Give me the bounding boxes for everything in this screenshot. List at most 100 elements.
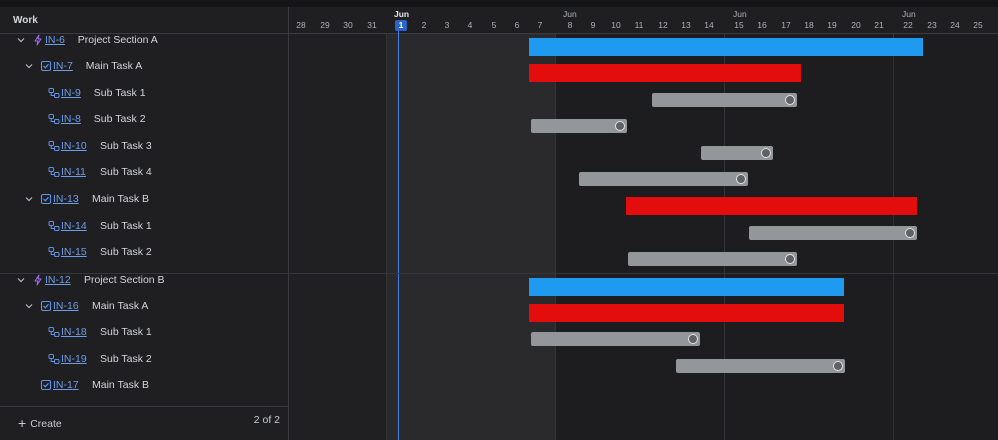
work-row[interactable]: IN-12 Project Section B xyxy=(0,268,288,294)
task-timeline-bar[interactable] xyxy=(626,197,917,215)
work-row[interactable]: IN-13 Main Task B xyxy=(0,187,288,213)
epic-icon xyxy=(32,34,44,46)
day-label: 9 xyxy=(590,20,596,30)
work-row[interactable]: IN-14 Sub Task 1 xyxy=(0,214,288,240)
subtask-icon xyxy=(48,87,60,99)
work-row[interactable]: IN-17 Main Task B xyxy=(0,373,288,399)
issue-key-link[interactable]: IN-6 xyxy=(45,34,65,46)
work-row[interactable]: IN-9 Sub Task 1 xyxy=(0,81,288,107)
work-row[interactable]: IN-16 Main Task A xyxy=(0,294,288,320)
chevron-down-icon[interactable] xyxy=(24,61,34,71)
work-row[interactable]: IN-18 Sub Task 1 xyxy=(0,320,288,346)
subtask-icon xyxy=(48,353,60,365)
day-label: 7 xyxy=(537,20,543,30)
chevron-down-icon[interactable] xyxy=(16,275,26,285)
day-label: 21 xyxy=(874,20,884,30)
plus-icon: + xyxy=(18,415,27,431)
assignee-avatar-icon xyxy=(905,228,915,238)
issue-key-link[interactable]: IN-17 xyxy=(53,379,79,391)
issue-key-link[interactable]: IN-15 xyxy=(61,246,87,258)
issue-title: Main Task A xyxy=(85,60,143,72)
day-label: 3 xyxy=(444,20,450,30)
subtask-timeline-bar[interactable] xyxy=(749,226,917,240)
day-label: 20 xyxy=(851,20,861,30)
chevron-down-icon[interactable] xyxy=(24,301,34,311)
subtask-timeline-bar[interactable] xyxy=(579,172,748,186)
issue-title: Sub Task 2 xyxy=(100,353,152,365)
subtask-icon xyxy=(48,113,60,125)
chevron-down-icon[interactable] xyxy=(16,35,26,45)
issue-key-link[interactable]: IN-10 xyxy=(61,140,87,152)
subtask-timeline-bar[interactable] xyxy=(652,93,797,107)
epic-icon xyxy=(32,274,44,286)
day-label: 24 xyxy=(950,20,960,30)
issue-title: Main Task B xyxy=(92,379,149,391)
current-week-band xyxy=(386,34,555,440)
issue-title: Project Section B xyxy=(84,274,165,286)
issue-key-link[interactable]: IN-19 xyxy=(61,353,87,365)
subtask-icon xyxy=(48,166,60,178)
issue-key-link[interactable]: IN-16 xyxy=(53,300,79,312)
month-label: Jun xyxy=(563,9,577,19)
issue-key-link[interactable]: IN-9 xyxy=(61,87,81,99)
task-timeline-bar[interactable] xyxy=(529,304,844,322)
issue-title: Sub Task 4 xyxy=(100,166,152,178)
day-label: 13 xyxy=(681,20,691,30)
issue-title: Main Task B xyxy=(92,193,149,205)
issue-key-link[interactable]: IN-13 xyxy=(53,193,79,205)
assignee-avatar-icon xyxy=(833,361,843,371)
day-label: 1 xyxy=(398,20,404,30)
issue-title: Sub Task 1 xyxy=(100,220,152,232)
issue-key-link[interactable]: IN-11 xyxy=(61,166,86,178)
work-row[interactable]: IN-8 Sub Task 2 xyxy=(0,107,288,133)
assignee-avatar-icon xyxy=(761,148,771,158)
day-label: 4 xyxy=(467,20,473,30)
day-label: 28 xyxy=(296,20,306,30)
subtask-timeline-bar[interactable] xyxy=(531,332,700,346)
work-row[interactable]: IN-7 Main Task A xyxy=(0,54,288,80)
task-timeline-bar[interactable] xyxy=(529,64,801,82)
section-separator xyxy=(0,273,998,274)
day-label: 10 xyxy=(611,20,621,30)
issue-key-link[interactable]: IN-8 xyxy=(61,113,81,125)
epic-timeline-bar[interactable] xyxy=(529,278,844,296)
task-checkbox-icon xyxy=(40,379,52,391)
issue-key-link[interactable]: IN-18 xyxy=(61,326,87,338)
day-label: 29 xyxy=(320,20,330,30)
issue-title: Project Section A xyxy=(77,34,158,46)
day-label: 2 xyxy=(421,20,427,30)
work-column-label: Work xyxy=(13,15,38,26)
work-row[interactable]: IN-15 Sub Task 2 xyxy=(0,240,288,266)
create-button[interactable]: + Create xyxy=(18,414,62,431)
day-label: 17 xyxy=(781,20,791,30)
day-label: 18 xyxy=(804,20,814,30)
work-row[interactable]: IN-6 Project Section A xyxy=(0,28,288,54)
issue-key-link[interactable]: IN-12 xyxy=(45,274,71,286)
subtask-timeline-bar[interactable] xyxy=(531,119,627,133)
day-label: 22 xyxy=(903,20,913,30)
timeline-body xyxy=(289,34,998,440)
work-row[interactable]: IN-19 Sub Task 2 xyxy=(0,347,288,373)
work-row[interactable]: IN-10 Sub Task 3 xyxy=(0,134,288,160)
issue-key-link[interactable]: IN-14 xyxy=(61,220,87,232)
subtask-timeline-bar[interactable] xyxy=(701,146,773,160)
issue-key-link[interactable]: IN-7 xyxy=(53,60,73,72)
epic-timeline-bar[interactable] xyxy=(529,38,923,56)
assignee-avatar-icon xyxy=(736,174,746,184)
day-label: 5 xyxy=(491,20,497,30)
day-label: 23 xyxy=(927,20,937,30)
subtask-timeline-bar[interactable] xyxy=(676,359,845,373)
subtask-icon xyxy=(48,246,60,258)
task-checkbox-icon xyxy=(40,193,52,205)
assignee-avatar-icon xyxy=(785,95,795,105)
issue-title: Sub Task 2 xyxy=(93,113,146,125)
day-label: 30 xyxy=(343,20,353,30)
subtask-timeline-bar[interactable] xyxy=(628,252,797,266)
chevron-down-icon[interactable] xyxy=(24,194,34,204)
subtask-icon xyxy=(48,326,60,338)
work-row[interactable]: IN-11 Sub Task 4 xyxy=(0,160,288,186)
subtask-icon xyxy=(48,220,60,232)
window-top-strip xyxy=(0,0,998,7)
task-checkbox-icon xyxy=(40,300,52,312)
today-marker-line xyxy=(398,27,399,440)
